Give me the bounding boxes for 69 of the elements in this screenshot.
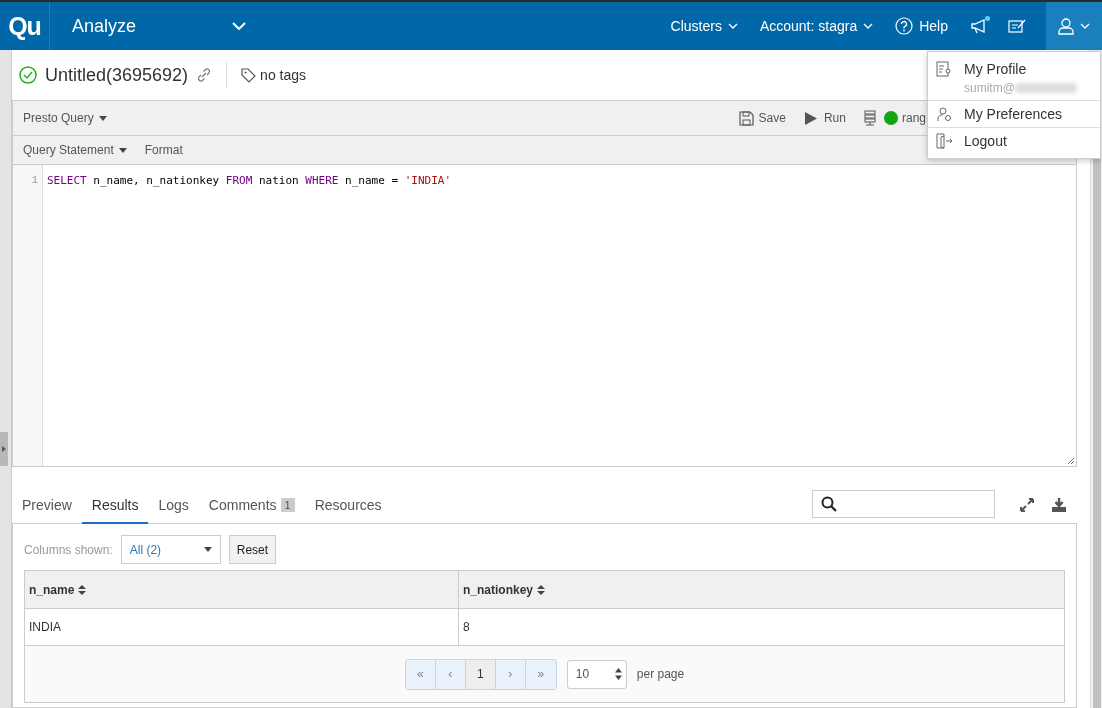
tags-button[interactable]: no tags bbox=[241, 67, 307, 83]
chevron-down-icon bbox=[1080, 23, 1090, 29]
spinner-icon bbox=[614, 668, 622, 680]
count-badge: 1 bbox=[280, 498, 295, 512]
format-button[interactable]: Format bbox=[144, 143, 183, 157]
save-icon bbox=[738, 110, 754, 126]
user-menu-button[interactable] bbox=[1046, 2, 1102, 50]
collapse-handle[interactable] bbox=[0, 432, 8, 466]
server-icon bbox=[863, 110, 876, 126]
menu-item[interactable]: Logout bbox=[928, 128, 1100, 154]
caret-icon bbox=[203, 547, 212, 552]
table-cell: INDIA bbox=[24, 608, 459, 646]
help-icon bbox=[895, 17, 914, 35]
per-page-select[interactable]: 10 bbox=[566, 659, 627, 689]
result-tab[interactable]: Logs bbox=[148, 497, 199, 524]
column-header[interactable]: n_nationkey bbox=[458, 570, 1065, 609]
chevron-down-icon bbox=[232, 22, 246, 30]
page-button[interactable]: 1 bbox=[465, 659, 496, 689]
user-gear-icon bbox=[936, 106, 952, 122]
menu-label: Logout bbox=[964, 133, 1007, 149]
expand-icon[interactable] bbox=[1019, 497, 1035, 513]
sort-icon bbox=[78, 584, 87, 595]
app-switcher[interactable]: Analyze bbox=[66, 14, 246, 38]
statement-dropdown[interactable]: Query Statement bbox=[23, 143, 127, 157]
query-title: Untitled(3695692) bbox=[45, 64, 189, 86]
sort-icon bbox=[537, 584, 546, 595]
menu-label: My Preferences bbox=[964, 106, 1063, 122]
query-type-dropdown[interactable]: Presto Query bbox=[23, 111, 107, 125]
result-tab[interactable]: Results bbox=[81, 497, 149, 524]
caret-icon bbox=[98, 115, 107, 121]
play-icon bbox=[803, 110, 819, 126]
note-icon[interactable] bbox=[1008, 18, 1026, 34]
line-number: 1 bbox=[30, 174, 38, 186]
link-icon[interactable] bbox=[196, 67, 213, 83]
download-icon[interactable] bbox=[1051, 497, 1067, 513]
menu-item[interactable]: My Profile sumitm@ bbox=[928, 56, 1100, 101]
nav-menu[interactable]: Account: stagra bbox=[759, 18, 874, 34]
menu-item[interactable]: My Preferences bbox=[928, 101, 1100, 128]
search-icon bbox=[821, 496, 837, 512]
megaphone-icon[interactable] bbox=[970, 18, 988, 34]
reset-button[interactable]: Reset bbox=[228, 535, 277, 564]
code-editor[interactable]: 1 SELECT n_name, n_nationkey FROM nation WHERE n_name = 'INDIA' bbox=[12, 165, 1077, 467]
per-page-label: per page bbox=[636, 667, 685, 681]
chevron-right-icon bbox=[2, 446, 6, 452]
nav-menu[interactable]: Clusters bbox=[670, 18, 738, 34]
menu-label: My Profile bbox=[964, 61, 1028, 77]
caret-icon bbox=[118, 147, 127, 153]
cluster-name: rang bbox=[901, 111, 926, 125]
tag-icon bbox=[241, 67, 257, 83]
resize-grip-icon bbox=[1067, 457, 1075, 465]
run-button[interactable]: Run bbox=[803, 110, 846, 126]
result-tab[interactable]: Comments 1 bbox=[198, 497, 305, 524]
code-line: SELECT n_name, n_nationkey FROM nation WHERE n_name = 'INDIA' bbox=[47, 174, 452, 187]
redacted-text bbox=[1014, 83, 1077, 93]
chevron-down-icon bbox=[727, 23, 738, 29]
user-icon bbox=[1058, 17, 1074, 35]
user-email: sumitm@ bbox=[964, 81, 1015, 95]
profile-icon bbox=[936, 61, 952, 77]
table-cell: 8 bbox=[458, 608, 1065, 646]
result-tab[interactable]: Resources bbox=[304, 497, 392, 524]
columns-dropdown[interactable]: All (2) bbox=[120, 535, 221, 564]
chevron-down-icon bbox=[863, 23, 874, 29]
column-header[interactable]: n_name bbox=[24, 570, 459, 609]
filter-label: Columns shown: bbox=[24, 542, 113, 557]
result-tab[interactable]: Preview bbox=[12, 497, 82, 524]
save-button[interactable]: Save bbox=[738, 110, 786, 126]
search-field[interactable] bbox=[812, 490, 995, 518]
door-exit-icon bbox=[936, 133, 952, 149]
help-link[interactable]: Help bbox=[895, 17, 948, 35]
